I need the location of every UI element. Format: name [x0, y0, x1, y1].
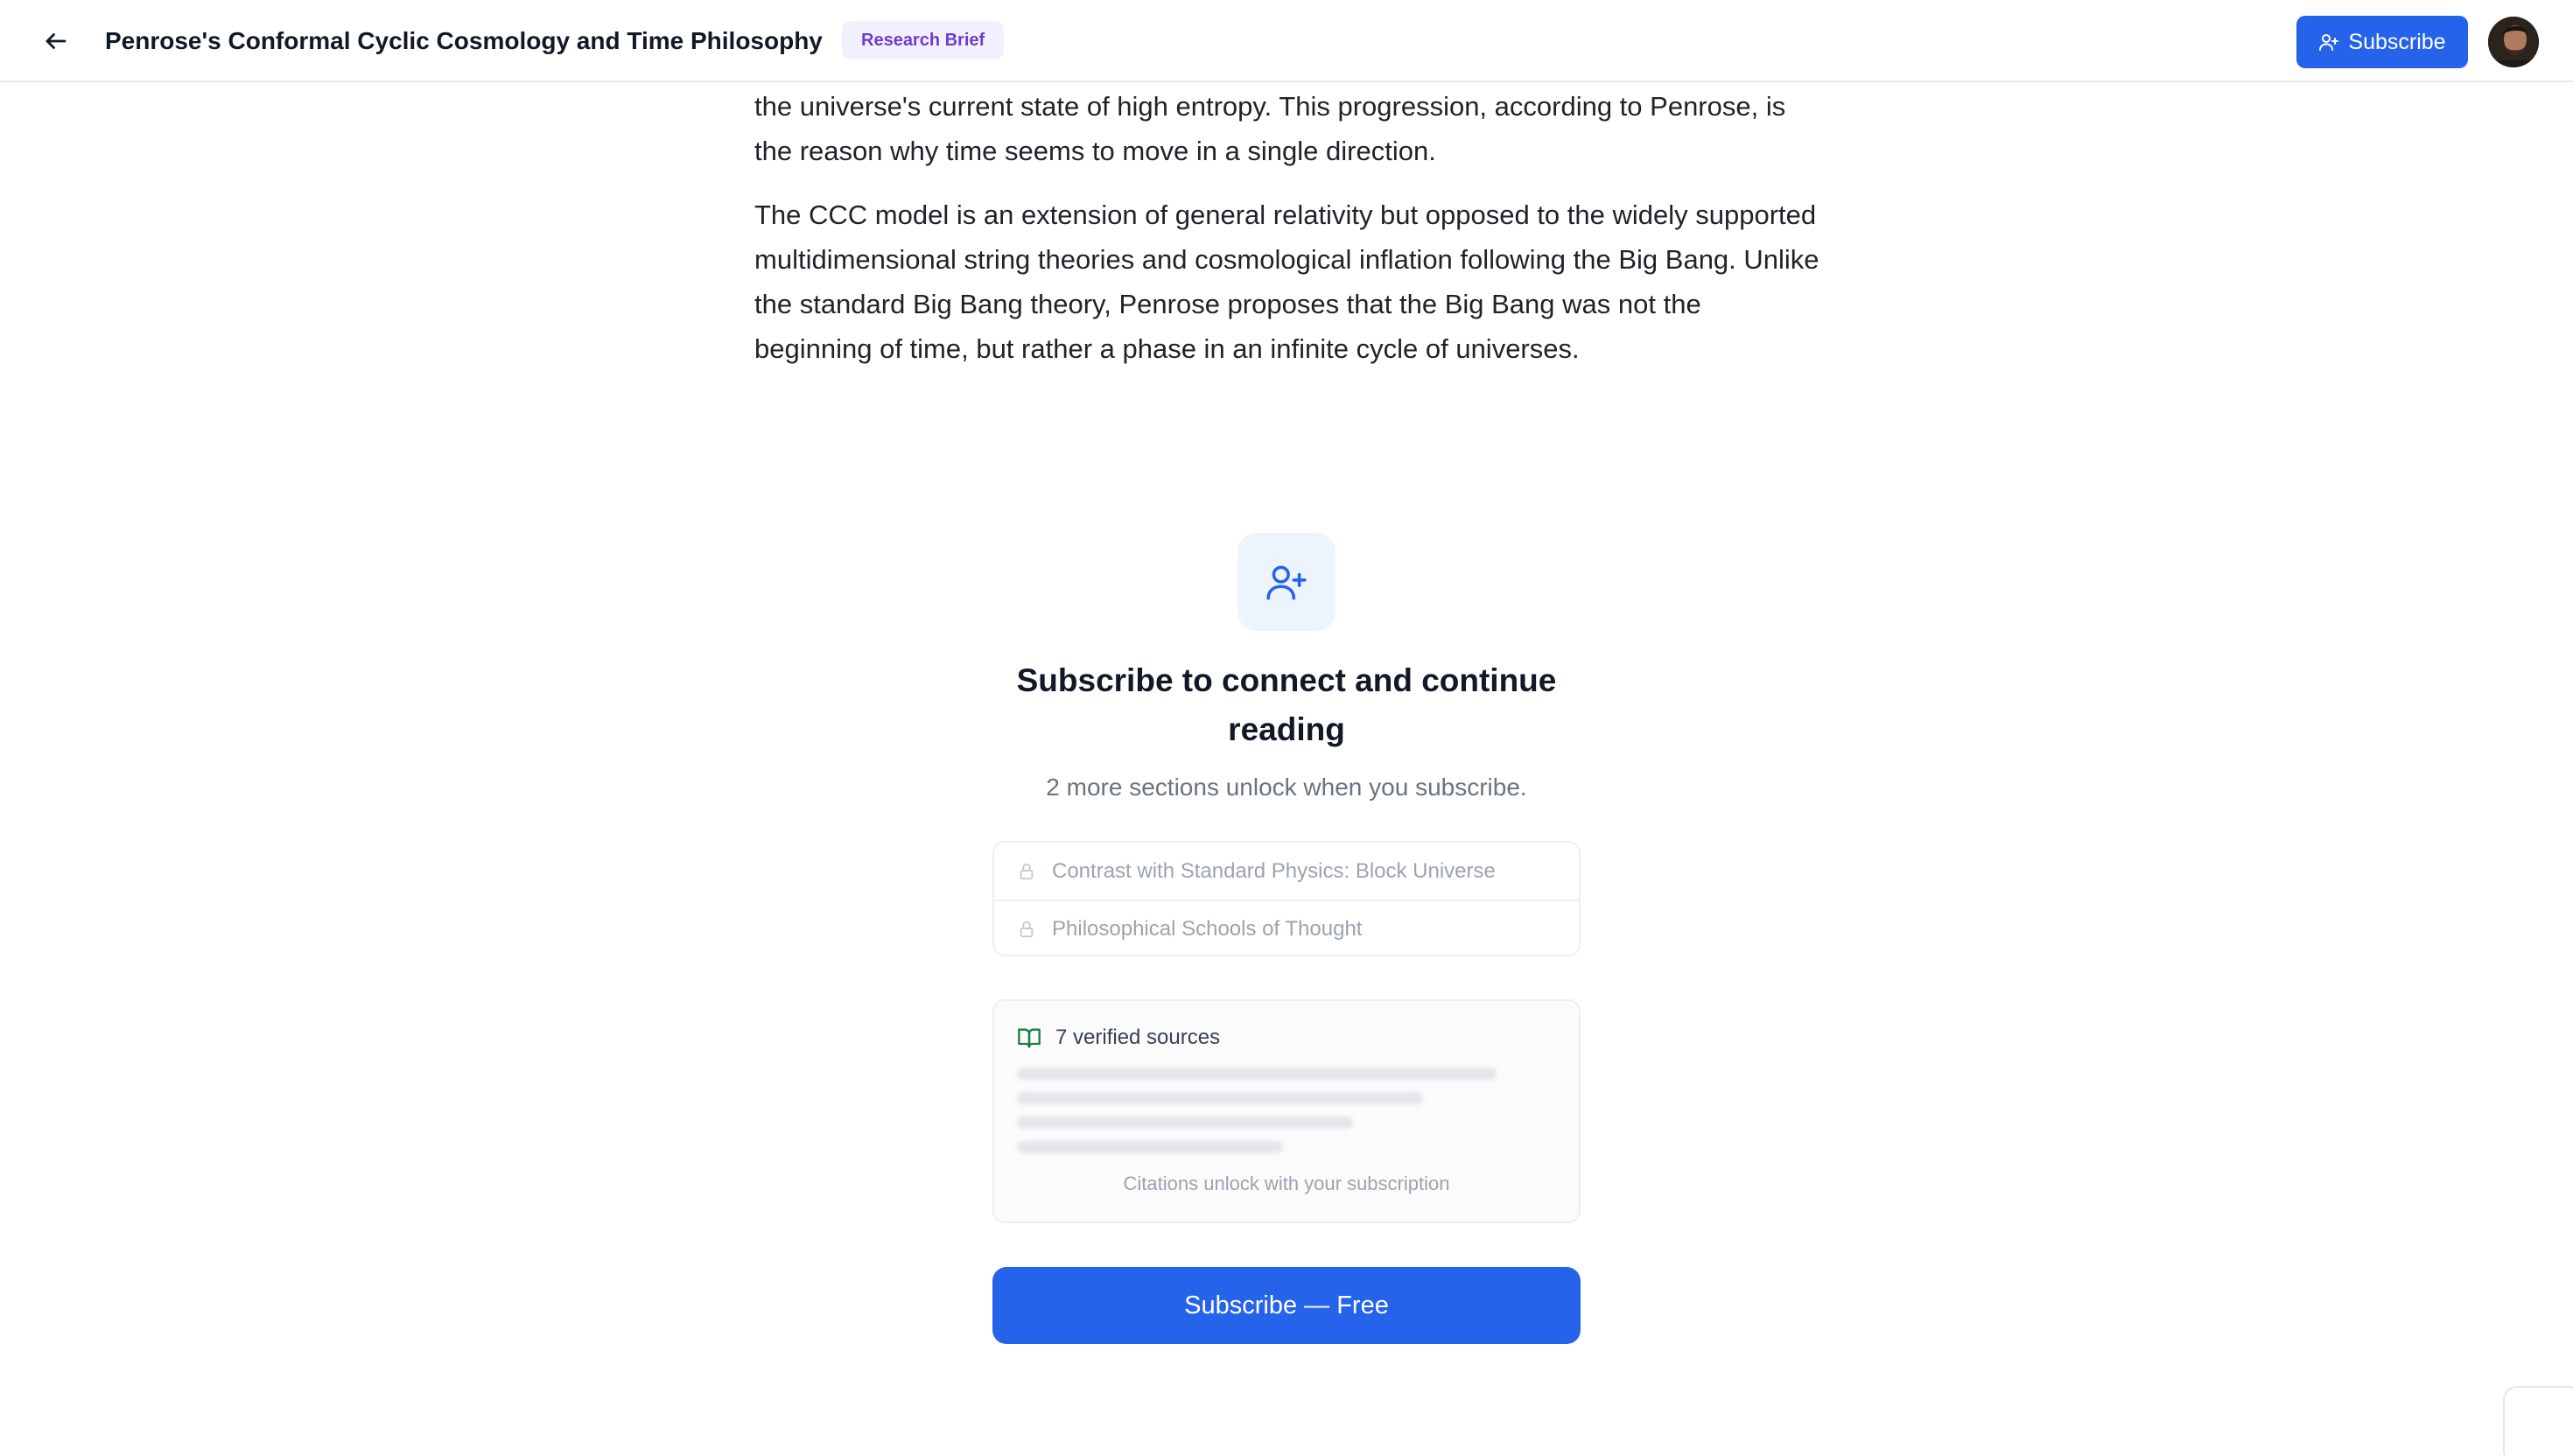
arrow-left-icon — [46, 33, 67, 49]
verified-sources-card: 7 verified sources Citations unlock with… — [992, 999, 1581, 1223]
open-book-icon — [1018, 1028, 1041, 1048]
citations-lock-note: Citations unlock with your subscription — [1123, 1172, 1450, 1194]
lock-icon — [1020, 863, 1034, 879]
blurred-citation-line — [1017, 1141, 1283, 1153]
blurred-citation-line — [1017, 1068, 1497, 1080]
locked-section-item: Contrast with Standard Physics: Block Un… — [994, 843, 1579, 900]
header-subscribe-button[interactable]: Subscribe — [2296, 16, 2468, 68]
locked-section-item: Philosophical Schools of Thought — [994, 900, 1579, 955]
locked-section-label: Philosophical Schools of Thought — [1052, 916, 1363, 941]
blurred-citation-line — [1017, 1092, 1423, 1104]
research-brief-badge: Research Brief — [842, 21, 1005, 60]
article-paragraph: The CCC model is an extension of general… — [754, 200, 1819, 364]
sources-header: 7 verified sources — [1017, 1026, 1220, 1050]
avatar[interactable] — [2488, 17, 2539, 67]
user-plus-icon — [2319, 34, 2339, 51]
back-button[interactable] — [39, 24, 74, 59]
header-subscribe-label: Subscribe — [2348, 29, 2446, 54]
avatar-image — [2488, 17, 2539, 67]
locked-sections-list: Contrast with Standard Physics: Block Un… — [992, 841, 1581, 956]
blurred-citation-line — [1017, 1116, 1353, 1129]
subscribe-free-button[interactable]: Subscribe — Free — [992, 1267, 1581, 1344]
user-plus-icon — [1266, 565, 1307, 600]
article-paragraph: the universe's current state of high ent… — [754, 91, 1786, 166]
subscribe-gate-subtitle: 2 more sections unlock when you subscrib… — [1046, 774, 1527, 801]
page-title: Penrose's Conformal Cyclic Cosmology and… — [105, 27, 823, 54]
subscribe-gate-icon-tile — [1237, 533, 1336, 631]
sources-count-label: 7 verified sources — [1055, 1026, 1221, 1049]
top-bar: Penrose's Conformal Cyclic Cosmology and… — [0, 0, 2573, 82]
floating-widget[interactable] — [2503, 1386, 2573, 1456]
lock-icon — [1020, 920, 1034, 937]
locked-section-label: Contrast with Standard Physics: Block Un… — [1052, 858, 1496, 883]
subscribe-gate-title: Subscribe to connect and continue readin… — [1016, 662, 1557, 747]
